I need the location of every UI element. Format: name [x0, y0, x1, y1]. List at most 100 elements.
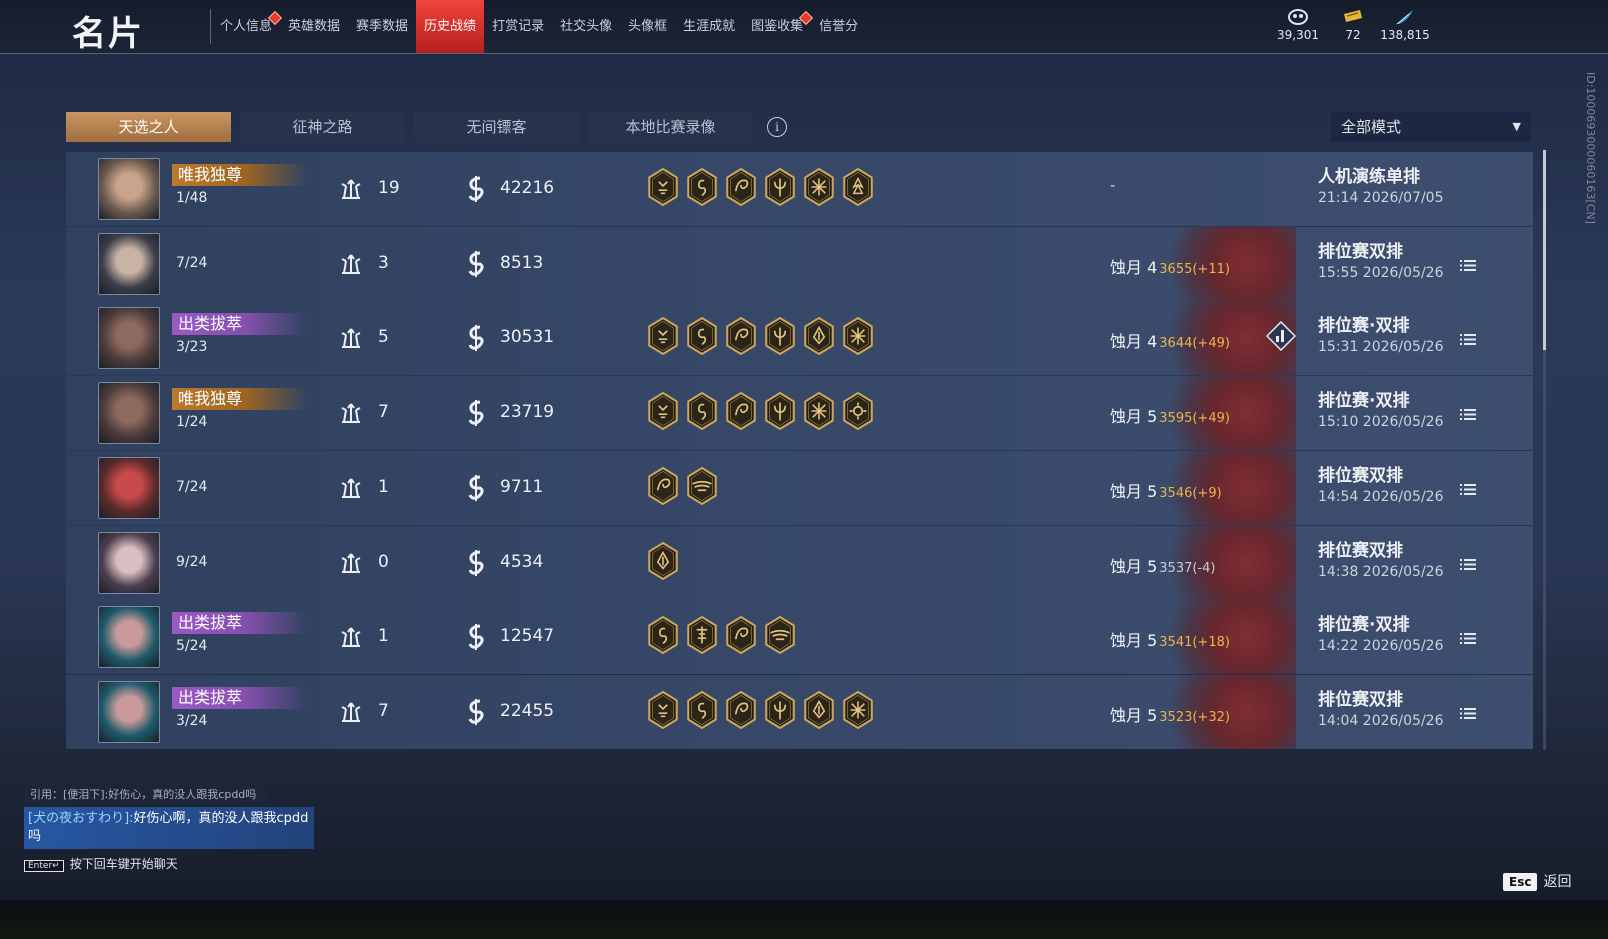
achievement-title-badge: 出类拔萃 — [172, 612, 306, 635]
demon-badge-icon[interactable] — [646, 690, 680, 730]
score-icon — [466, 698, 486, 726]
flame-badge-icon[interactable] — [841, 167, 875, 207]
trident-badge-icon[interactable] — [763, 391, 797, 431]
achievement-title-badge: 出类拔萃 — [172, 313, 306, 336]
match-mode: 排位赛·双排 — [1318, 391, 1410, 412]
tab-label: 打赏记录 — [492, 19, 545, 34]
chat-quote: 引用：[便泪下]:好伤心，真的没人跟我cpdd吗 — [24, 786, 268, 804]
table-row[interactable]: 出类拔萃 3/24 7 22455 蚀月 5 3523(+32) 排位赛双排 14:04 20… — [66, 674, 1533, 749]
scrollbar[interactable] — [1543, 150, 1546, 750]
details-menu-icon[interactable] — [1460, 331, 1476, 346]
tab-2[interactable]: 赛季数据 — [348, 0, 416, 53]
table-row[interactable]: 唯我独尊 1/24 7 23719 蚀月 5 3595(+49) 排位赛·双排 15:10 2… — [66, 376, 1533, 451]
trident-badge-icon[interactable] — [763, 317, 797, 356]
details-menu-icon[interactable] — [1460, 481, 1476, 495]
demon-badge-icon[interactable] — [646, 391, 680, 431]
demon-badge-icon[interactable] — [646, 167, 680, 207]
details-menu-icon[interactable] — [1460, 556, 1476, 570]
mode-tab-0[interactable]: 天选之人 — [66, 112, 231, 142]
scrollbar-thumb[interactable] — [1543, 150, 1546, 350]
chat-hint-text: 按下回车键开始聊天 — [69, 857, 178, 871]
placement-rank: 5/24 — [176, 638, 208, 655]
placement-rank: 9/24 — [176, 553, 208, 570]
tab-label: 图鉴收集 — [751, 19, 804, 34]
tab-4[interactable]: 打赏记录 — [484, 0, 552, 53]
mode-tab-1[interactable]: 征神之路 — [240, 112, 405, 142]
details-menu-icon[interactable] — [1460, 257, 1476, 271]
table-row[interactable]: 7/24 3 8513 蚀月 4 3655(+11) 排位赛双排 15:55 2026/05… — [66, 226, 1533, 301]
swirl-badge-icon[interactable] — [646, 616, 680, 655]
trident-badge-icon[interactable] — [763, 167, 797, 207]
match-time: 14:04 2026/05/26 — [1318, 712, 1444, 729]
match-time: 15:31 2026/05/26 — [1318, 339, 1444, 356]
stats-icon[interactable] — [1265, 321, 1297, 352]
swirl-badge-icon[interactable] — [685, 167, 719, 207]
trident-badge-icon[interactable] — [763, 690, 797, 730]
rank-tier: 蚀月 5 3541(+18) — [1110, 627, 1230, 651]
rank-tier: 蚀月 5 3537(-4) — [1110, 553, 1215, 577]
spiral-badge-icon[interactable] — [724, 317, 758, 356]
tab-5[interactable]: 社交头像 — [552, 0, 620, 53]
star-badge-icon[interactable] — [802, 391, 836, 431]
swirl-badge-icon[interactable] — [685, 690, 719, 730]
mode-filter-dropdown[interactable]: 全部模式 ▼ — [1331, 112, 1531, 142]
table-row[interactable]: 唯我独尊 1/48 19 42216 - 人机演练单排 21:14 2026/07/05 — [66, 152, 1533, 226]
chat-input-hint[interactable]: Enter↵ 按下回车键开始聊天 — [24, 855, 344, 872]
currency-value: 72 — [1345, 28, 1361, 42]
currency-value: 39,301 — [1277, 28, 1319, 42]
star-badge-icon[interactable] — [802, 167, 836, 207]
kills-count: 1 — [378, 476, 389, 497]
star-badge-icon[interactable] — [841, 690, 875, 730]
avatar — [98, 158, 160, 220]
star-badge-icon[interactable] — [841, 317, 875, 356]
kills-count: 1 — [378, 626, 389, 647]
table-row[interactable]: 出类拔萃 5/24 1 12547 蚀月 5 3541(+18) 排位赛·双排 14:22 2… — [66, 600, 1533, 675]
mode-tab-3[interactable]: 本地比赛录像 — [588, 112, 753, 142]
details-menu-icon[interactable] — [1460, 406, 1476, 421]
tab-3[interactable]: 历史战绩 — [416, 0, 485, 53]
spiral-badge-icon[interactable] — [646, 466, 680, 505]
match-time: 14:38 2026/05/26 — [1318, 563, 1444, 580]
kills-icon — [338, 699, 364, 725]
chat-sender[interactable]: [犬の夜おすわり]: — [28, 811, 134, 826]
currency-feather: 138,815 — [1370, 8, 1440, 42]
gear-badge-icon[interactable] — [841, 391, 875, 431]
avatar — [98, 531, 160, 594]
tab-1[interactable]: 英雄数据 — [280, 0, 348, 53]
info-icon[interactable]: i — [767, 117, 787, 137]
tab-9[interactable]: 信誉分 — [811, 0, 866, 53]
avatar — [98, 606, 160, 669]
rank-tier: 蚀月 5 3595(+49) — [1110, 403, 1230, 427]
lotus-badge-icon[interactable] — [802, 317, 836, 356]
wings-badge-icon[interactable] — [763, 616, 797, 655]
tab-7[interactable]: 生涯成就 — [675, 0, 743, 53]
score-value: 42216 — [500, 178, 555, 198]
rank-tier-name: 蚀月 5 — [1110, 631, 1158, 651]
spiral-badge-icon[interactable] — [724, 391, 758, 431]
match-history-list[interactable]: 唯我独尊 1/48 19 42216 - 人机演练单排 21:14 2026/07/05 7/… — [66, 152, 1533, 762]
table-row[interactable]: 9/24 0 4534 蚀月 5 3537(-4) 排位赛双排 14:38 2026/05/… — [66, 525, 1533, 600]
tab-8[interactable]: 图鉴收集 — [743, 0, 814, 53]
details-menu-icon[interactable] — [1460, 705, 1476, 719]
swirl-badge-icon[interactable] — [685, 317, 719, 356]
tab-0[interactable]: 个人信息 — [212, 0, 283, 53]
lotus-badge-icon[interactable] — [646, 541, 680, 580]
swirl-badge-icon[interactable] — [685, 391, 719, 431]
table-row[interactable]: 出类拔萃 3/23 5 30531 蚀月 4 3644(+49) 排位赛·双排 15:31 2… — [66, 301, 1533, 376]
lotus-badge-icon[interactable] — [802, 690, 836, 730]
mode-tab-2[interactable]: 无间镖客 — [414, 112, 579, 142]
tab-label: 赛季数据 — [356, 19, 409, 34]
spiral-badge-icon[interactable] — [724, 167, 758, 207]
back-button[interactable]: Esc 返回 — [1503, 871, 1571, 891]
demon-badge-icon[interactable] — [646, 317, 680, 356]
pagoda-badge-icon[interactable] — [685, 616, 719, 655]
currency-value: 138,815 — [1380, 28, 1430, 42]
rank-tier-name: 蚀月 4 — [1110, 332, 1158, 352]
tab-6[interactable]: 头像框 — [620, 0, 675, 53]
details-menu-icon[interactable] — [1460, 630, 1476, 645]
spiral-badge-icon[interactable] — [724, 616, 758, 655]
match-mode: 排位赛双排 — [1318, 465, 1403, 486]
wings-badge-icon[interactable] — [685, 466, 719, 505]
spiral-badge-icon[interactable] — [724, 690, 758, 730]
table-row[interactable]: 7/24 1 9711 蚀月 5 3546(+9) 排位赛双排 14:54 2026/05/… — [66, 450, 1533, 525]
